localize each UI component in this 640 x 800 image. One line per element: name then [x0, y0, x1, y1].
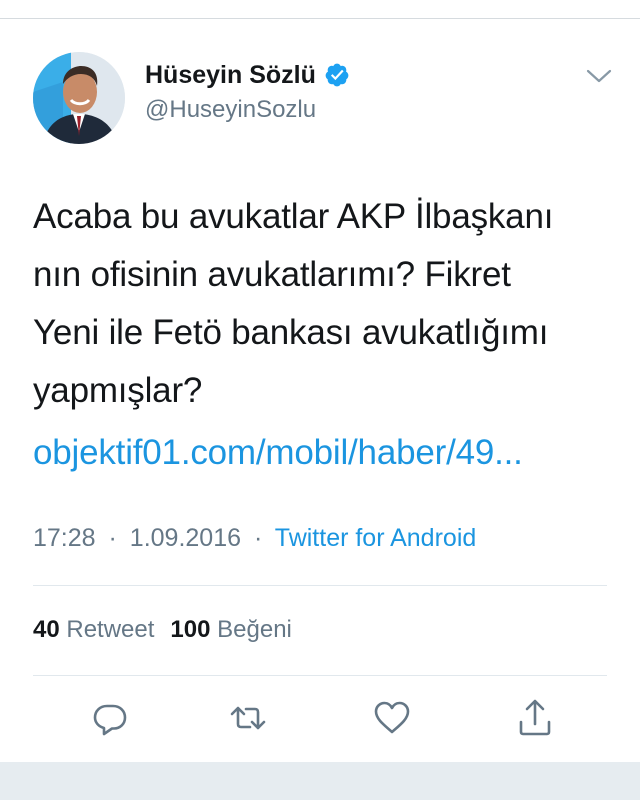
- tweet-text: Acaba bu avukatlar AKP İlbaşkanı nın ofi…: [33, 197, 554, 410]
- tweet-stats: 40 Retweet 100 Beğeni: [33, 612, 292, 648]
- tweet-date: 1.09.2016: [129, 524, 242, 552]
- retweet-count: 40: [33, 616, 60, 643]
- avatar[interactable]: [33, 52, 125, 144]
- heart-icon[interactable]: [372, 698, 412, 738]
- stats-bottom-divider: [33, 675, 607, 676]
- meta-separator: ·: [108, 524, 117, 552]
- like-count: 100: [170, 616, 211, 643]
- tweet-link[interactable]: objektif01.com/mobil/haber/49...: [33, 424, 523, 482]
- author-block[interactable]: Hüseyin Sözlü @HuseyinSozlu: [145, 58, 350, 126]
- top-divider: [0, 18, 640, 19]
- author-name[interactable]: Hüseyin Sözlü: [145, 58, 316, 92]
- like-stat[interactable]: 100 Beğeni: [170, 616, 291, 643]
- share-icon[interactable]: [515, 698, 555, 738]
- chevron-down-icon[interactable]: [585, 66, 613, 86]
- author-handle[interactable]: @HuseyinSozlu: [145, 94, 350, 126]
- reply-icon[interactable]: [90, 698, 130, 738]
- retweet-stat[interactable]: 40 Retweet: [33, 616, 154, 643]
- tweet-detail-screen: Hüseyin Sözlü @HuseyinSozlu Acaba bu avu…: [0, 0, 640, 800]
- retweet-label: Retweet: [66, 616, 155, 643]
- stats-top-divider: [33, 585, 607, 586]
- author-name-row: Hüseyin Sözlü: [145, 58, 350, 92]
- tweet-meta: 17:28 · 1.09.2016 · Twitter for Android: [33, 520, 476, 556]
- like-label: Beğeni: [217, 616, 292, 643]
- meta-separator: ·: [253, 524, 263, 552]
- tweet-time: 17:28: [33, 524, 96, 552]
- tweet-source-link[interactable]: Twitter for Android: [275, 524, 476, 552]
- verified-badge-icon: [324, 62, 350, 88]
- bottom-bar: [0, 762, 640, 800]
- tweet-actions: [0, 698, 640, 738]
- retweet-icon[interactable]: [228, 698, 268, 738]
